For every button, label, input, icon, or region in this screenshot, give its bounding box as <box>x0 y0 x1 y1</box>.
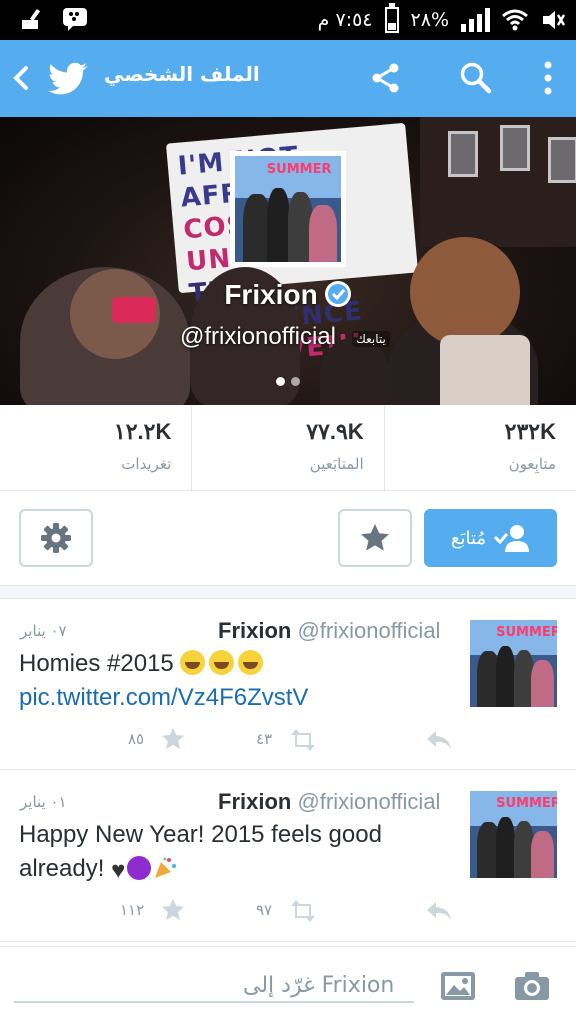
mute-icon <box>543 11 566 29</box>
tweet-text-line: Homies #2015 <box>19 650 174 677</box>
carousel-dots[interactable] <box>276 377 300 386</box>
search-button[interactable] <box>456 58 496 98</box>
star-icon[interactable] <box>160 728 186 750</box>
tweet-author-avatar[interactable]: SUMMER <box>470 620 557 707</box>
background-building <box>420 117 576 247</box>
retweet-icon[interactable] <box>290 900 316 922</box>
favorite-count: ١١٢ <box>120 901 145 919</box>
tweet-text: Homies #2015 pic.twitter.com/Vz4F6ZvstV <box>19 647 459 715</box>
section-separator <box>0 585 576 599</box>
grinning-emoji <box>209 650 235 675</box>
app-bar: الملف الشخصي <box>0 40 576 117</box>
battery-percent: ٢٨% <box>410 9 449 31</box>
verified-icon <box>324 281 351 307</box>
avatar-logo: SUMMER <box>266 162 332 178</box>
search-icon <box>460 62 492 94</box>
stat-label: متابِعون <box>508 455 556 473</box>
status-time: ٧:٥٤ م <box>317 9 373 31</box>
favorite-button[interactable] <box>338 509 412 567</box>
favorite-count: ٨٥ <box>128 730 145 748</box>
gear-icon <box>41 523 71 553</box>
compose-bar: غرّد إلى Frixion <box>0 946 576 1024</box>
carousel-dot[interactable] <box>276 377 285 386</box>
stat-value: ٧٧.٩K <box>306 419 364 444</box>
tweet-link[interactable]: pic.twitter.com/Vz4F6ZvstV <box>19 684 308 711</box>
back-icon[interactable] <box>6 60 36 96</box>
stat-label: تغريدات <box>121 455 172 473</box>
share-button[interactable] <box>366 58 406 98</box>
profile-stats: ١٢.٢K تغريدات ٧٧.٩K المتابَعين ٢٣٢K متاب… <box>0 405 576 491</box>
tweet-item[interactable]: ٠٧ يناير Frixion @frixionofficial SUMMER… <box>0 600 576 770</box>
reply-icon[interactable] <box>426 900 452 922</box>
tweet-text-line: already! <box>19 855 105 882</box>
more-icon <box>544 61 552 95</box>
tweet-author-name: Frixion <box>218 789 292 814</box>
tweet-author-name: Frixion <box>218 618 292 643</box>
profile-avatar[interactable]: SUMMER <box>230 151 346 267</box>
image-icon[interactable] <box>440 971 476 1001</box>
broom-icon <box>22 8 41 29</box>
battery-icon <box>384 3 399 33</box>
following-button[interactable]: مُتابَع <box>424 509 557 567</box>
display-name-text: Frixion <box>224 279 318 310</box>
star-icon[interactable] <box>160 899 186 921</box>
follow-user-icon <box>494 525 530 552</box>
carousel-dot[interactable] <box>291 377 300 386</box>
reply-icon[interactable] <box>426 729 452 751</box>
follows-you-badge: يتابعك <box>352 331 390 347</box>
stat-tweets[interactable]: ١٢.٢K تغريدات <box>0 405 193 490</box>
stat-value: ٢٣٢K <box>504 419 556 444</box>
tweet-author[interactable]: Frixion @frixionofficial <box>218 618 440 644</box>
page-title: الملف الشخصي <box>104 62 260 86</box>
tweet-author-handle: @frixionofficial <box>297 618 441 643</box>
tweet-text: Happy New Year! 2015 feels good already!… <box>19 818 459 888</box>
retweet-count: ٩٧ <box>256 901 273 919</box>
status-bar: ٧:٥٤ م ٢٨% <box>0 0 576 40</box>
profile-actions: مُتابَع <box>0 491 576 587</box>
tweet-author-avatar[interactable]: SUMMER <box>470 791 557 878</box>
tweet-date: ٠٧ يناير <box>20 622 67 640</box>
signal-icon <box>461 8 490 32</box>
tweet-item[interactable]: ٠١ يناير Frixion @frixionofficial SUMMER… <box>0 771 576 942</box>
twitter-bird-icon[interactable] <box>48 58 88 98</box>
party-popper-emoji <box>155 857 177 878</box>
grinning-emoji <box>180 650 206 675</box>
stat-label: المتابَعين <box>309 455 364 473</box>
tweet-actions: ٨٥ ٤٣ <box>0 724 576 754</box>
tweet-actions: ١١٢ ٩٧ <box>0 895 576 925</box>
profile-header-banner[interactable]: I'M NOT AFRAID COS IT'S UNDER THE INFLUE… <box>0 117 576 405</box>
camera-icon[interactable] <box>514 971 550 1001</box>
wifi-icon <box>502 9 528 31</box>
tweet-author[interactable]: Frixion @frixionofficial <box>218 789 440 815</box>
following-label: مُتابَع <box>450 527 487 549</box>
tweet-author-handle: @frixionofficial <box>297 789 441 814</box>
star-icon <box>361 524 389 551</box>
more-options-button[interactable] <box>528 58 568 98</box>
compose-placeholder: غرّد إلى Frixion <box>243 973 395 998</box>
black-heart-emoji: ♥ <box>111 857 126 884</box>
crystal-ball-emoji <box>127 856 152 880</box>
stat-followers[interactable]: ٢٣٢K متابِعون <box>385 405 576 490</box>
bbm-icon <box>63 8 87 31</box>
share-icon <box>372 63 399 93</box>
settings-button[interactable] <box>19 509 93 567</box>
stat-value: ١٢.٢K <box>113 419 172 444</box>
retweet-icon[interactable] <box>290 729 316 751</box>
display-name: Frixion <box>0 279 576 311</box>
grinning-emoji <box>238 650 264 675</box>
profile-handle: @frixionofficial <box>180 323 336 350</box>
tweet-text-line: Happy New Year! 2015 feels good <box>19 821 382 848</box>
retweet-count: ٤٣ <box>256 730 273 748</box>
stat-following[interactable]: ٧٧.٩K المتابَعين <box>192 405 385 490</box>
tweet-date: ٠١ يناير <box>20 793 67 811</box>
